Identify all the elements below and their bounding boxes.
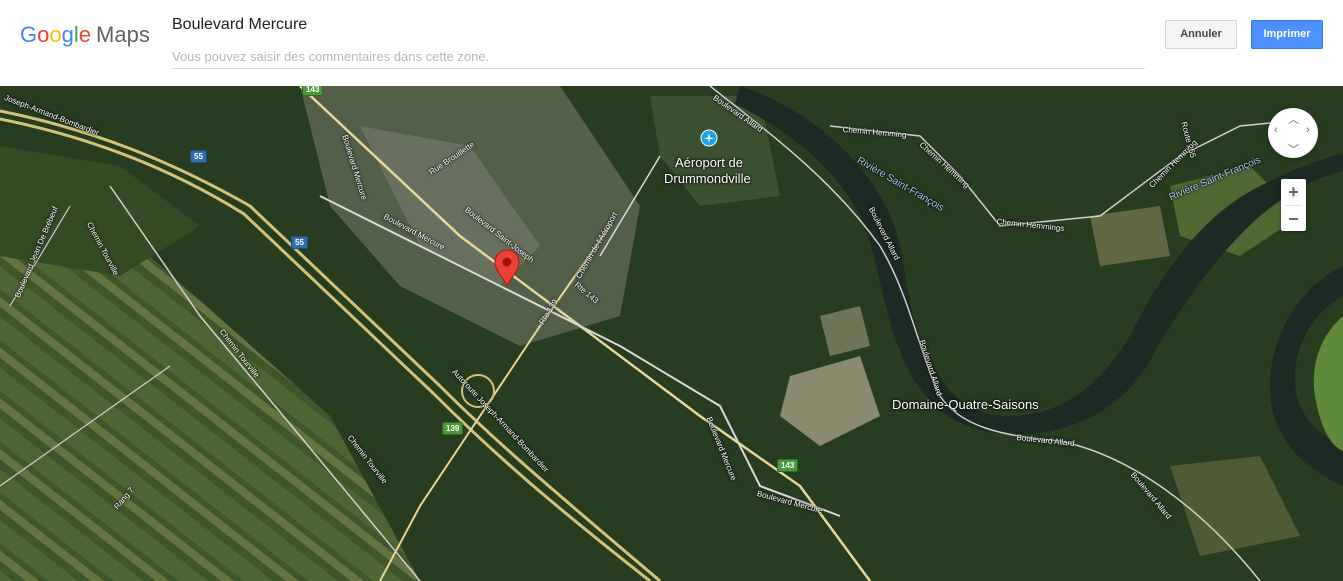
zoom-control: + −	[1281, 179, 1306, 231]
airport-label: Aéroport de	[675, 155, 743, 170]
page-title: Boulevard Mercure	[172, 16, 308, 33]
pan-down-icon[interactable]: ﹀	[1288, 141, 1299, 157]
zoom-in-button[interactable]: +	[1281, 179, 1306, 205]
maps-wordmark: Maps	[96, 22, 150, 47]
google-maps-logo: Google Maps	[20, 20, 150, 50]
domaine-label: Domaine-Quatre-Saisons	[892, 397, 1039, 412]
route-shield: 143	[302, 86, 324, 96]
route-shield: 55	[291, 236, 308, 249]
zoom-out-button[interactable]: −	[1281, 206, 1306, 232]
route-shield: 55	[190, 150, 207, 163]
cancel-button[interactable]: Annuler	[1165, 20, 1237, 49]
pan-control[interactable]: ︿ ﹀ ‹ ›	[1268, 108, 1318, 158]
google-wordmark: Google	[20, 22, 92, 47]
route-shield: 139	[442, 422, 464, 435]
pan-right-icon[interactable]: ›	[1306, 124, 1310, 136]
route-shield: 143	[777, 459, 799, 472]
pan-up-icon[interactable]: ︿	[1288, 111, 1299, 127]
print-button[interactable]: Imprimer	[1251, 20, 1323, 49]
notes-input[interactable]	[172, 44, 1145, 69]
location-marker-icon[interactable]	[494, 249, 520, 287]
header: GoogleMaps Boulevard Mercure Annuler Imp…	[0, 0, 1343, 86]
airport-icon	[700, 129, 718, 147]
map-canvas[interactable]: Aéroport de Drummondville Domaine-Quatre…	[0, 86, 1343, 581]
airport-label-line2: Drummondville	[664, 171, 751, 186]
pan-left-icon[interactable]: ‹	[1274, 124, 1278, 136]
